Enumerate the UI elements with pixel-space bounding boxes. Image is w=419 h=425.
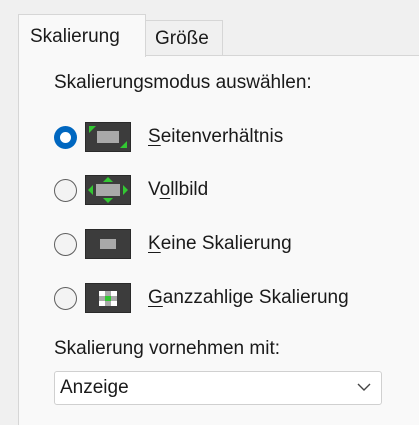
- chevron-down-icon: [357, 383, 371, 391]
- no-scaling-icon: [85, 229, 131, 259]
- tab-size[interactable]: Größe: [145, 20, 223, 55]
- perform-select[interactable]: Anzeige: [54, 371, 382, 405]
- aspect-ratio-icon: [85, 122, 131, 152]
- tab-size-label: Größe: [155, 27, 209, 49]
- option-fullscreen[interactable]: Vollbild: [54, 173, 208, 207]
- tab-strip: Skalierung Größe: [0, 0, 419, 57]
- radio-fullscreen[interactable]: [54, 178, 77, 202]
- option-fullscreen-label: Vollbild: [148, 179, 209, 200]
- option-no-scaling[interactable]: Keine Skalierung: [54, 227, 292, 261]
- perform-label: Skalierung vornehmen mit:: [54, 338, 280, 359]
- tab-scaling-label: Skalierung: [30, 25, 120, 47]
- tab-scaling[interactable]: Skalierung: [18, 14, 146, 57]
- radio-aspect-ratio[interactable]: [54, 125, 77, 149]
- fullscreen-icon: [85, 175, 131, 205]
- option-aspect-ratio-label: Seitenverhältnis: [148, 126, 284, 147]
- option-integer-scaling[interactable]: Ganzzahlige Skalierung: [54, 281, 349, 315]
- option-aspect-ratio[interactable]: Seitenverhältnis: [54, 120, 283, 154]
- mode-heading: Skalierungsmodus auswählen:: [54, 72, 312, 93]
- radio-integer-scaling[interactable]: [54, 286, 77, 310]
- radio-no-scaling[interactable]: [54, 232, 77, 256]
- perform-select-value: Anzeige: [60, 377, 129, 398]
- option-no-scaling-label: Keine Skalierung: [148, 233, 292, 254]
- integer-scaling-icon: [85, 283, 131, 313]
- option-integer-scaling-label: Ganzzahlige Skalierung: [148, 287, 349, 308]
